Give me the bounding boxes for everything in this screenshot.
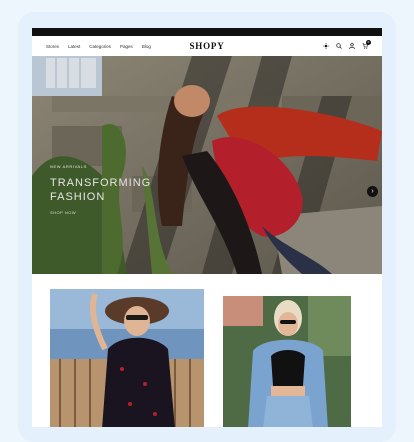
hero-text: NEW ARRIVALS TRANSFORMING FASHION SHOP N… [50, 164, 170, 215]
cart-button[interactable]: 0 [362, 40, 371, 49]
sun-icon[interactable] [323, 43, 329, 49]
product-card[interactable] [223, 296, 351, 427]
website-preview: Stores Latest Categories Pages Blog SHOP… [32, 28, 382, 427]
slider-next-button[interactable]: › [367, 186, 378, 197]
product-card[interactable] [50, 289, 204, 427]
product-grid [32, 274, 382, 427]
cart-count-badge: 0 [366, 40, 371, 45]
search-icon[interactable] [336, 43, 342, 49]
main-nav: Stores Latest Categories Pages Blog [46, 36, 151, 56]
hero-banner: NEW ARRIVALS TRANSFORMING FASHION SHOP N… [32, 56, 382, 274]
user-icon[interactable] [349, 43, 355, 49]
site-header: Stores Latest Categories Pages Blog SHOP… [32, 36, 382, 57]
nav-item-pages[interactable]: Pages [120, 44, 133, 49]
announcement-bar [32, 28, 382, 36]
header-icons: 0 [323, 36, 371, 56]
product-image [50, 289, 204, 427]
nav-item-blog[interactable]: Blog [142, 44, 151, 49]
hero-title: TRANSFORMING FASHION [50, 177, 152, 203]
nav-item-stores[interactable]: Stores [46, 44, 59, 49]
chevron-right-icon: › [371, 188, 374, 195]
product-image [223, 296, 351, 427]
nav-item-categories[interactable]: Categories [89, 44, 111, 49]
nav-item-latest[interactable]: Latest [68, 44, 80, 49]
hero-eyebrow: NEW ARRIVALS [50, 164, 87, 169]
hero-shop-link[interactable]: SHOP NOW [50, 210, 170, 215]
